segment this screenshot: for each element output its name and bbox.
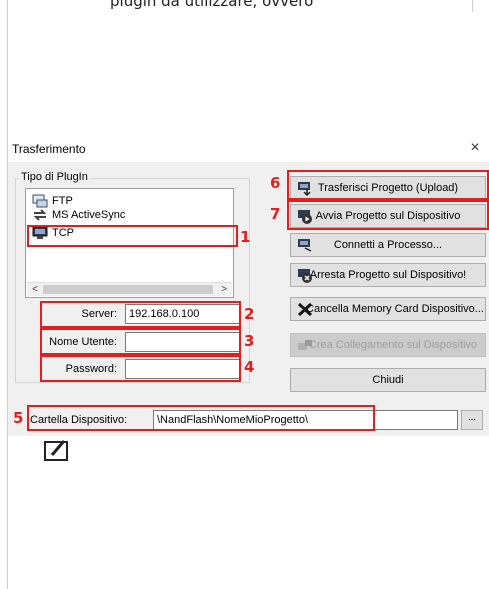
create-link-button[interactable]: Crea Collegamento sul Dispositivo: [290, 333, 486, 357]
annotation-box-upload: [287, 170, 489, 200]
close-button-label: Chiudi: [372, 374, 404, 386]
annotation-number-7: 7: [270, 205, 281, 223]
annotation-box-username: [40, 328, 241, 355]
annotation-number-4: 4: [244, 358, 255, 376]
dialog-title: Trasferimento: [12, 142, 86, 156]
annotation-number-2: 2: [244, 305, 255, 323]
annotation-number-5: 5: [13, 409, 24, 427]
ftp-icon: [32, 194, 48, 208]
dialog-titlebar: Trasferimento ×: [8, 136, 489, 162]
list-item-label: FTP: [52, 195, 73, 207]
annotation-box-device-folder: [27, 405, 375, 431]
stop-button-label: Arresta Progetto sul Dispositivo!: [309, 269, 467, 281]
clear-card-button-label: Cancella Memory Card Dispositivo...: [306, 303, 484, 315]
plugin-type-legend: Tipo di PlugIn: [19, 171, 90, 183]
annotation-number-6: 6: [270, 174, 281, 192]
annotation-box-password: [40, 355, 241, 382]
connect-button-label: Connetti a Processo...: [333, 239, 443, 251]
create-link-button-label: Crea Collegamento sul Dispositivo: [308, 339, 478, 351]
scroll-left-icon[interactable]: <: [28, 283, 42, 297]
annotation-box-run: [287, 200, 489, 230]
browse-button[interactable]: ...: [461, 410, 483, 430]
annotation-box-server: [40, 301, 241, 328]
stop-project-button[interactable]: Arresta Progetto sul Dispositivo!: [290, 263, 486, 287]
annotation-box-tcp: [27, 225, 238, 247]
page-border-right: [472, 0, 473, 12]
page-top-text: plugin da utilizzare, ovvero: [110, 0, 314, 10]
plugin-list-scrollbar[interactable]: < >: [27, 282, 232, 296]
close-icon[interactable]: ×: [465, 138, 485, 158]
close-button[interactable]: Chiudi: [290, 368, 486, 392]
connect-process-button[interactable]: Connetti a Processo...: [290, 233, 486, 257]
scroll-thumb[interactable]: [43, 285, 213, 294]
link-icon: [298, 340, 312, 350]
connect-icon: [298, 239, 312, 252]
stop-icon: [298, 269, 312, 283]
scroll-right-icon[interactable]: >: [217, 283, 231, 297]
delete-icon: [297, 302, 313, 317]
annotation-number-1: 1: [240, 228, 251, 246]
list-item-activesync[interactable]: MS ActiveSync: [30, 207, 125, 223]
activesync-icon: [33, 209, 47, 221]
list-item-label: MS ActiveSync: [52, 209, 126, 221]
edit-icon[interactable]: [44, 438, 70, 462]
clear-memory-card-button[interactable]: Cancella Memory Card Dispositivo...: [290, 297, 486, 321]
annotation-number-3: 3: [244, 332, 255, 350]
